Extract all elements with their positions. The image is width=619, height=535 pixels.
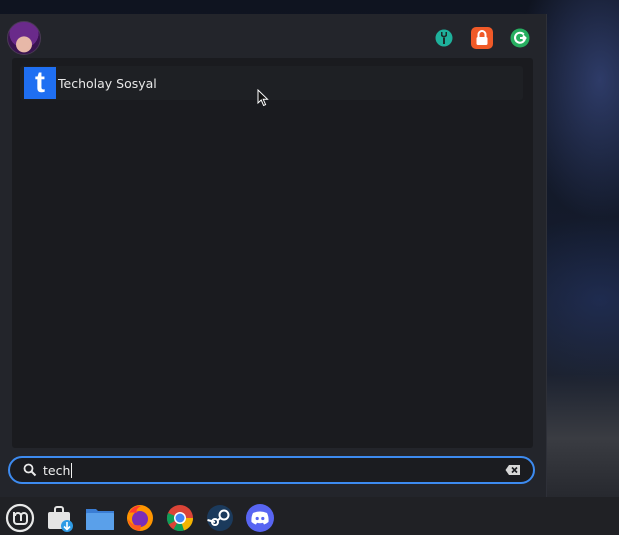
search-field[interactable]: tech (8, 456, 535, 484)
search-results-panel (12, 58, 533, 448)
search-input[interactable]: tech (43, 463, 70, 478)
result-item-techolay-sosyal[interactable]: t Techolay Sosyal (20, 66, 523, 100)
techolay-t-icon: t (24, 67, 56, 99)
files-icon[interactable] (85, 503, 115, 533)
settings-icon[interactable] (433, 27, 455, 49)
software-manager-icon[interactable] (45, 503, 75, 533)
chrome-icon[interactable] (165, 503, 195, 533)
search-icon (23, 463, 37, 477)
clear-search-icon[interactable] (505, 464, 521, 476)
text-caret (71, 462, 73, 478)
firefox-icon[interactable] (125, 503, 155, 533)
user-avatar[interactable] (7, 21, 41, 55)
steam-icon[interactable] (205, 503, 235, 533)
discord-icon[interactable] (245, 503, 275, 533)
logout-icon[interactable] (509, 27, 531, 49)
mouse-pointer-icon (257, 89, 269, 107)
mint-menu-icon[interactable] (5, 503, 35, 533)
lock-screen-icon[interactable] (471, 27, 493, 49)
result-label: Techolay Sosyal (58, 75, 157, 91)
